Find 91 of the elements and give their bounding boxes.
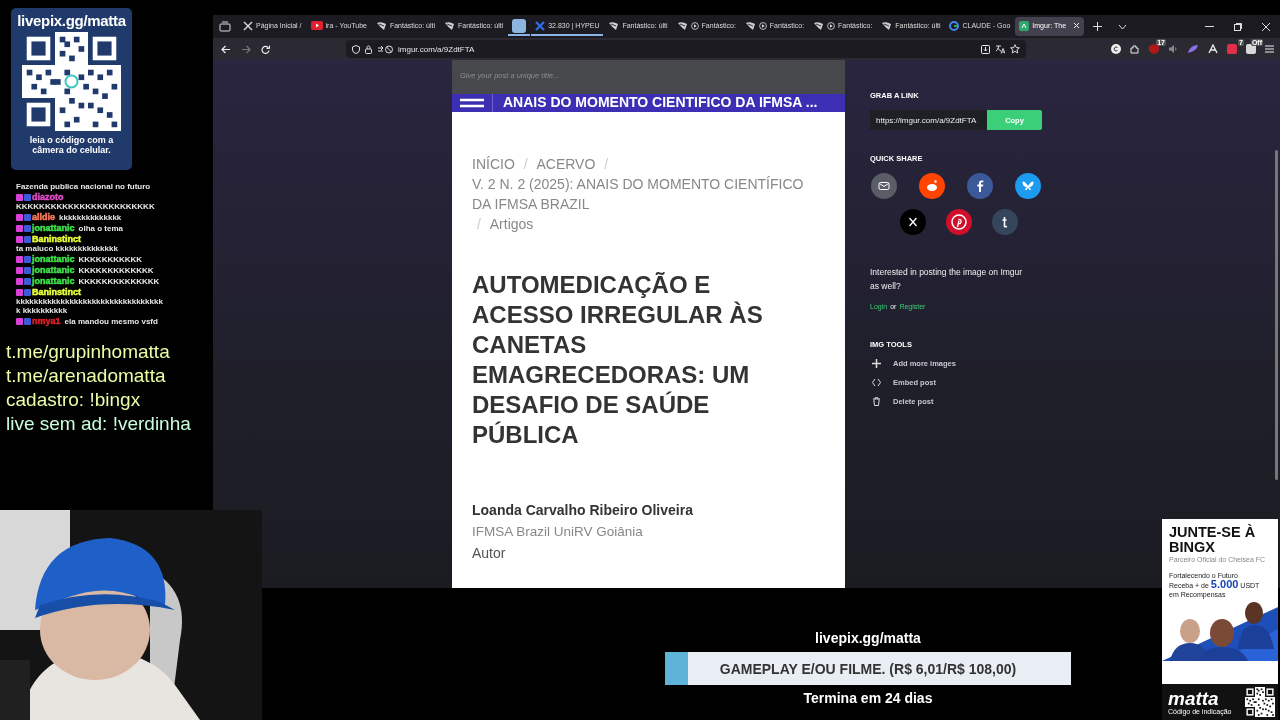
browser-tab[interactable] — [508, 17, 531, 36]
close-icon[interactable] — [1262, 22, 1270, 31]
chat-message: Fazenda publica nacional no futuro — [16, 182, 151, 191]
chat-username: jonattanic — [32, 276, 75, 286]
overlay-text: t.me/arenadomatta — [6, 364, 167, 388]
pinned-tab-icon — [512, 18, 527, 33]
goal-site: livepix.gg/matta — [815, 630, 921, 646]
chat-username: jonattanic — [32, 254, 75, 264]
chat-username: jonattanic — [32, 223, 75, 233]
chat-message: KKKKKKKKKKKKK — [78, 266, 154, 275]
forward-arrow-icon[interactable] — [241, 44, 251, 54]
ad-headline: JUNTE-SE À BINGX — [1169, 525, 1257, 555]
breadcrumb-separator: / — [523, 156, 528, 172]
play-icon[interactable] — [827, 21, 836, 30]
chat-username: nmya1 — [32, 316, 61, 326]
pinterest-share-button[interactable] — [946, 209, 972, 235]
chat-message: KKKKKKKKKKKKKKKKKKKKKKKK — [16, 202, 155, 211]
qr-caption: leia o código com a câmera do celular. — [28, 135, 115, 155]
breadcrumb-link[interactable]: ACERVO — [536, 154, 596, 174]
code-icon — [872, 378, 881, 387]
facebook-share-button[interactable] — [967, 173, 993, 199]
chat-username: Baninstinct — [32, 234, 81, 244]
trash-icon — [872, 397, 881, 406]
author-role: Autor — [472, 545, 507, 561]
breadcrumb-link[interactable]: Artigos — [489, 214, 534, 234]
chat-message: KKKKKKKKKKKKKK — [78, 277, 160, 286]
star-icon[interactable] — [1010, 44, 1020, 54]
qr-code — [1245, 687, 1275, 717]
overlay-text: cadastro: !bingx — [6, 388, 142, 412]
tumblr-share-button[interactable] — [992, 209, 1018, 235]
x-logo-icon — [535, 20, 546, 31]
breadcrumb-separator: / — [604, 156, 609, 172]
mail-share-button[interactable] — [871, 173, 897, 199]
chat-username: diazoto — [32, 192, 64, 202]
close-icon[interactable] — [1073, 22, 1081, 29]
google-logo-icon — [949, 20, 960, 31]
breadcrumb-link[interactable]: INÍCIO — [472, 154, 515, 174]
qr-title: livepix.gg/matta — [17, 12, 126, 29]
header-title: ANAIS DO MOMENTO CIENTIFICO DA IFMSA ... — [503, 93, 818, 112]
x-share-button[interactable] — [900, 209, 926, 235]
goal-deadline: Termina em 24 dias — [803, 690, 933, 706]
address-bar[interactable]: imgur.com/a/9ZdtFTA — [346, 40, 1026, 58]
brand-name: matta — [1168, 689, 1220, 708]
goal-label: GAMEPLAY E/OU FILME. (R$ 6,01/R$ 108,00) — [719, 660, 1017, 677]
speaker-icon[interactable] — [1168, 44, 1178, 54]
screenshot-icon[interactable] — [981, 44, 990, 54]
letter-a-icon[interactable] — [1208, 44, 1218, 54]
translate-icon[interactable] — [995, 44, 1005, 54]
back-arrow-icon[interactable] — [221, 44, 231, 54]
circle-c-icon[interactable] — [1111, 44, 1121, 54]
chat-message: ta maluco kkkkkkkkkkkkkk — [16, 244, 118, 253]
extensions-icon[interactable] — [1130, 44, 1140, 54]
chat-message: kkkkkkkkkkkkkk — [59, 213, 122, 222]
pinterest-icon — [950, 213, 968, 231]
reload-icon[interactable] — [261, 44, 270, 54]
scrollbar[interactable] — [1275, 150, 1278, 480]
breadcrumb-link[interactable]: V. 2 N. 2 (2025): ANAIS DO MOMENTO CIENTÍFICO DA IFMSA BRAZIL — [472, 174, 822, 214]
author-name: Loanda Carvalho Ribeiro Oliveira — [472, 502, 694, 518]
url-text: imgur.com/a/9ZdtFTA — [398, 44, 475, 54]
imgur-logo-icon — [1019, 20, 1030, 31]
plus-icon — [872, 359, 881, 368]
chat-username: Baninstinct — [32, 287, 81, 297]
breadcrumb-separator: / — [477, 216, 481, 232]
signup-prompt: Interested in posting the image on Imgur as well? — [870, 266, 1024, 293]
play-icon[interactable] — [758, 21, 767, 30]
chat-message: olha o tema — [78, 224, 123, 233]
menu-icon — [460, 98, 484, 108]
restore-icon[interactable] — [1234, 22, 1242, 31]
overlay-text: live sem ad: !verdinha — [6, 412, 192, 436]
shield-icon[interactable] — [352, 44, 360, 54]
new-tab-icon[interactable] — [1093, 22, 1103, 31]
overlay-text: t.me/grupinhomatta — [6, 340, 171, 364]
author-affiliation: IFMSA Brazil UniRV Goiânia — [472, 524, 644, 539]
tab-overview-icon[interactable] — [219, 21, 231, 32]
reddit-share-button[interactable] — [919, 173, 945, 199]
chat-message: ela mandou mesmo vsfd — [64, 317, 158, 326]
link-field[interactable]: https://imgur.com/a/9ZdtFTA — [870, 110, 987, 130]
chat-username: jonattanic — [32, 265, 75, 275]
play-icon[interactable] — [690, 21, 699, 30]
chat-message: KKKKKKKKKKK — [78, 255, 143, 264]
permissions-icon[interactable] — [377, 44, 393, 54]
play-logo-icon — [310, 21, 323, 30]
menu-icon[interactable] — [1265, 45, 1274, 53]
extension-box-icon[interactable] — [1246, 44, 1256, 54]
feather-icon[interactable] — [1187, 44, 1199, 54]
article-title: AUTOMEDICAÇÃO E ACESSO IRREGULAR ÀS CANETAS EMAGRECEDORAS: UM DESAFIO DE SAÚDE PÚBLICA — [472, 270, 764, 450]
chevron-down-icon[interactable] — [1118, 23, 1128, 30]
x-logo-icon — [243, 20, 253, 31]
bluesky-share-button[interactable] — [1015, 173, 1041, 199]
lock-icon[interactable] — [365, 44, 372, 54]
chat-username: alldie — [32, 212, 55, 222]
